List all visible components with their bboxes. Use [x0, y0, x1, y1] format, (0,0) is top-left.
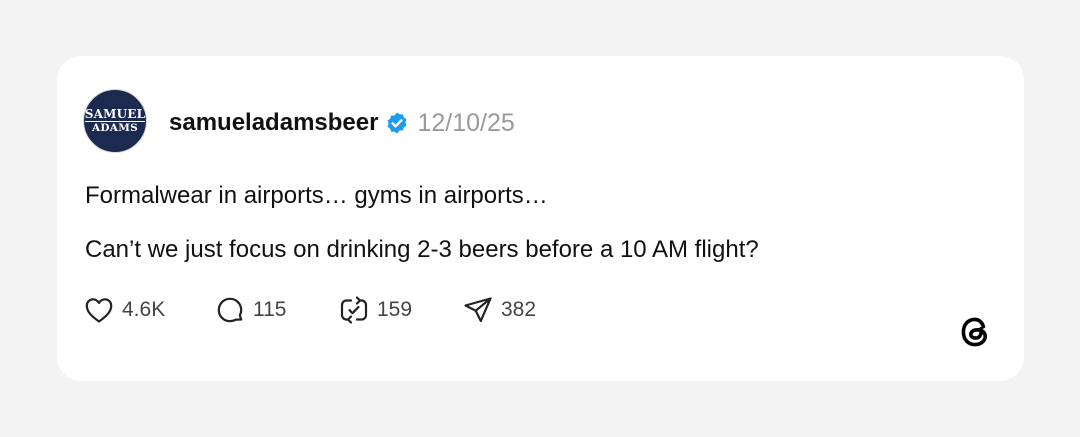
share-count: 382 [501, 298, 537, 321]
verified-badge-icon [388, 112, 407, 134]
reply-button[interactable]: 115 [214, 294, 338, 326]
post-date[interactable]: 12/10/25 [417, 109, 514, 138]
avatar-line-2: ADAMS [91, 122, 139, 135]
action-bar: 4.6K 115 159 382 [83, 294, 536, 326]
username[interactable]: samueladamsbeer [169, 109, 378, 137]
post-card: SAMUEL ADAMS samueladamsbeer 12/10/25 Fo… [57, 56, 1024, 381]
post-text-line-2: Can’t we just focus on drinking 2-3 beer… [85, 236, 759, 263]
post-header: samueladamsbeer 12/10/25 [169, 108, 515, 138]
repost-count: 159 [377, 298, 413, 321]
heart-icon [85, 298, 113, 323]
threads-logo-icon[interactable] [955, 312, 995, 352]
repost-button[interactable]: 159 [338, 294, 462, 326]
like-button[interactable]: 4.6K [83, 294, 214, 326]
post-text-line-1: Formalwear in airports… gyms in airports… [85, 182, 548, 209]
share-icon [464, 297, 492, 323]
avatar[interactable]: SAMUEL ADAMS [83, 89, 147, 153]
like-count: 4.6K [122, 298, 166, 321]
share-button[interactable]: 382 [462, 294, 536, 326]
reply-count: 115 [253, 298, 287, 321]
repost-icon [340, 296, 368, 324]
avatar-line-1: SAMUEL [84, 107, 146, 123]
comment-icon [217, 297, 243, 323]
